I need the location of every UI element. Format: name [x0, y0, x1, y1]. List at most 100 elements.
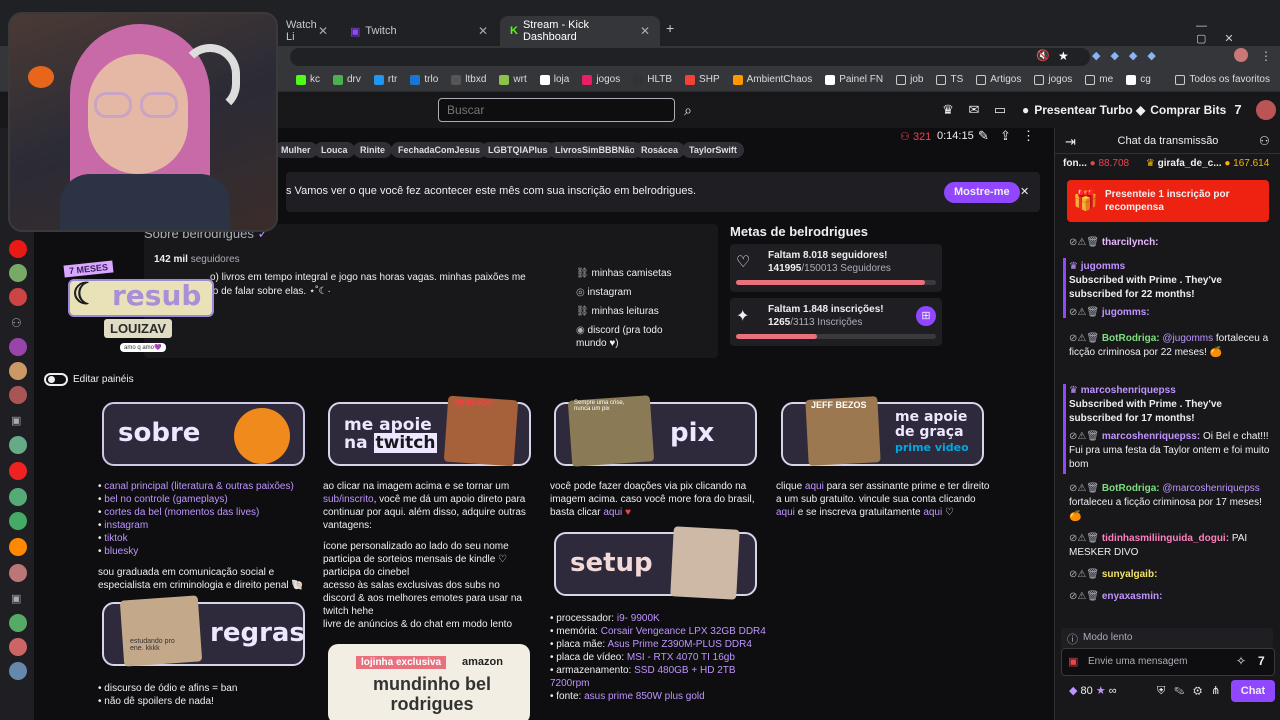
bookmark-folder[interactable]: jogos [1034, 74, 1072, 85]
panel-link[interactable]: bluesky [104, 546, 138, 557]
spec-link[interactable]: Corsair Vengeance LPX 32GB DDR4 [601, 626, 766, 637]
channel-avatar[interactable] [9, 488, 27, 506]
close-icon[interactable]: ✕ [1020, 185, 1029, 198]
bookmark-item[interactable]: loja [539, 74, 569, 85]
edit-icon[interactable]: ✎ [978, 128, 989, 144]
window-controls[interactable]: —▢✕ [1196, 20, 1280, 45]
url-field[interactable] [290, 48, 1090, 66]
crown-icon[interactable]: ♛ [940, 102, 956, 118]
bookmark-item[interactable]: jogos [582, 74, 620, 85]
channel-avatar[interactable] [9, 564, 27, 582]
inbox-icon[interactable]: ✉ [966, 102, 982, 118]
spec-link[interactable]: Asus Prime Z390M-PLUS DDR4 [607, 639, 751, 650]
bookmark-folder[interactable]: job [896, 74, 923, 85]
stream-tag[interactable]: Rinite [353, 142, 393, 158]
spec-link[interactable]: asus prime 850W plus gold [584, 691, 705, 702]
bookmark-item[interactable]: drv [333, 74, 361, 85]
channel-avatar[interactable] [9, 462, 27, 480]
channel-avatar[interactable] [9, 240, 27, 258]
channel-avatar[interactable] [9, 338, 27, 356]
social-link-instagram[interactable]: ◎ instagram [576, 283, 676, 302]
channel-avatar[interactable] [9, 538, 27, 556]
video-icon[interactable]: ▣ [11, 592, 21, 605]
channel-avatar[interactable] [9, 614, 27, 632]
social-link-shirts[interactable]: ⛓ minhas camisetas [576, 264, 676, 283]
new-tab-button[interactable]: + [666, 20, 674, 36]
show-me-button[interactable]: Mostre-me [944, 182, 1020, 203]
chat-username[interactable]: marcoshenriquepss [1081, 385, 1176, 396]
panel-link[interactable]: instagram [104, 520, 148, 531]
bookmark-item[interactable]: rtr [373, 74, 397, 85]
all-bookmarks[interactable]: Todos os favoritos [1175, 74, 1270, 85]
prime-panel-image[interactable]: JEFF BEZOS me apoie de graça prime video [781, 396, 984, 466]
channel-avatar[interactable] [9, 386, 27, 404]
prime-icon[interactable]: 7 [1258, 654, 1265, 668]
user-avatar[interactable] [1256, 100, 1276, 120]
panel-link[interactable]: bel no controle (gameplays) [104, 494, 227, 505]
mod-tools-icons[interactable]: ⛨✎⚙⋔ [1157, 684, 1229, 698]
chat-username[interactable]: BotRodriga: [1102, 483, 1160, 494]
channel-avatar[interactable] [9, 288, 27, 306]
bookmark-item[interactable]: AmbientChaos [732, 74, 812, 85]
regras-panel-image[interactable]: estudando pro ene. kkkk regras [102, 595, 305, 667]
stream-tag[interactable]: Mulher [274, 142, 318, 158]
badge-icon[interactable]: ▣ [1068, 655, 1078, 668]
gift-sub-banner[interactable]: 🎁 Presenteie 1 inscrição por recompensa [1067, 180, 1269, 222]
channel-avatar[interactable] [9, 638, 27, 656]
panel-link[interactable]: aqui [923, 507, 942, 518]
apoie-panel-image[interactable]: me apoie na twitch OBRIGADO! [328, 395, 531, 467]
close-icon[interactable]: ✕ [640, 24, 650, 38]
browser-tab-twitch[interactable]: ▣ Twitch ✕ [340, 16, 498, 46]
stream-tag[interactable]: LivrosSimBBBNão [548, 142, 643, 158]
panel-link[interactable]: aqui [603, 507, 622, 518]
panel-link[interactable]: canal principal (literatura & outras pai… [104, 481, 294, 492]
social-link-reads[interactable]: ⛓ minhas leituras [576, 302, 676, 321]
search-icon[interactable]: ⌕ [677, 98, 699, 122]
more-options-icon[interactable]: ⋮ [1022, 128, 1035, 144]
edit-panels-toggle[interactable] [44, 373, 68, 386]
spec-link[interactable]: i9- 9900K [617, 613, 660, 624]
chat-input[interactable]: ▣ Envie uma mensagem ✧ 7 [1061, 648, 1275, 676]
chat-send-button[interactable]: Chat [1231, 680, 1275, 702]
extension-icons[interactable]: ◆◆◆◆ [1092, 49, 1166, 62]
stream-tag[interactable]: Louca [314, 142, 355, 158]
chat-username[interactable]: enyaxasmin: [1102, 591, 1163, 602]
star-icon[interactable]: ★ [1058, 49, 1069, 63]
whispers-icon[interactable]: ▭ [992, 102, 1008, 118]
close-icon[interactable]: ✕ [318, 24, 328, 38]
bookmark-item[interactable]: HLTB [633, 74, 672, 85]
bookmark-item[interactable]: kc [296, 74, 320, 85]
panel-link[interactable]: aqui [776, 507, 795, 518]
menu-icon[interactable]: ⋮ [1260, 49, 1272, 63]
search-input[interactable] [438, 98, 675, 122]
chat-username[interactable]: sunyalgaib: [1102, 569, 1158, 580]
social-link-discord[interactable]: ◉ discord (pra todo mundo ♥) [576, 324, 676, 350]
chat-username[interactable]: BotRodriga: [1102, 333, 1160, 344]
setup-panel-image[interactable]: setup [554, 526, 757, 600]
stream-tag[interactable]: LGBTQIAPlus [481, 142, 555, 158]
browser-tab-watch[interactable]: Watch Li ✕ [276, 16, 338, 46]
bookmark-item[interactable]: Painel FN [825, 74, 883, 85]
profile-avatar[interactable] [1234, 48, 1248, 62]
bookmark-item[interactable]: cg [1126, 74, 1151, 85]
stream-tag[interactable]: Rosácea [634, 142, 686, 158]
video-icon[interactable]: ▣ [11, 414, 21, 427]
panel-link[interactable]: cortes da bel (momentos das lives) [104, 507, 259, 518]
chat-username[interactable]: jugomms: [1102, 307, 1150, 318]
bookmark-item[interactable]: wrt [499, 74, 527, 85]
mute-icon[interactable]: 🔇 [1036, 49, 1050, 62]
prime-icon[interactable]: 7 [1230, 102, 1246, 118]
panel-link[interactable]: sub/inscrito [323, 494, 374, 505]
bookmark-folder[interactable]: Artigos [976, 74, 1021, 85]
emote-icon[interactable]: ✧ [1236, 654, 1246, 668]
bookmark-item[interactable]: trlo [410, 74, 438, 85]
channel-avatar[interactable] [9, 662, 27, 680]
share-icon[interactable]: ⇪ [1000, 128, 1011, 144]
chat-username[interactable]: tharcilynch: [1102, 237, 1159, 248]
person-add-icon[interactable]: ⚇ [11, 316, 22, 330]
chat-username[interactable]: tidinhasmiliinguida_dogui: [1102, 533, 1229, 544]
chat-username[interactable]: jugomms [1081, 261, 1125, 272]
gift-icon[interactable]: ⊞ [916, 306, 936, 326]
stream-tag[interactable]: TaylorSwift [682, 142, 744, 158]
channel-avatar[interactable] [9, 264, 27, 282]
